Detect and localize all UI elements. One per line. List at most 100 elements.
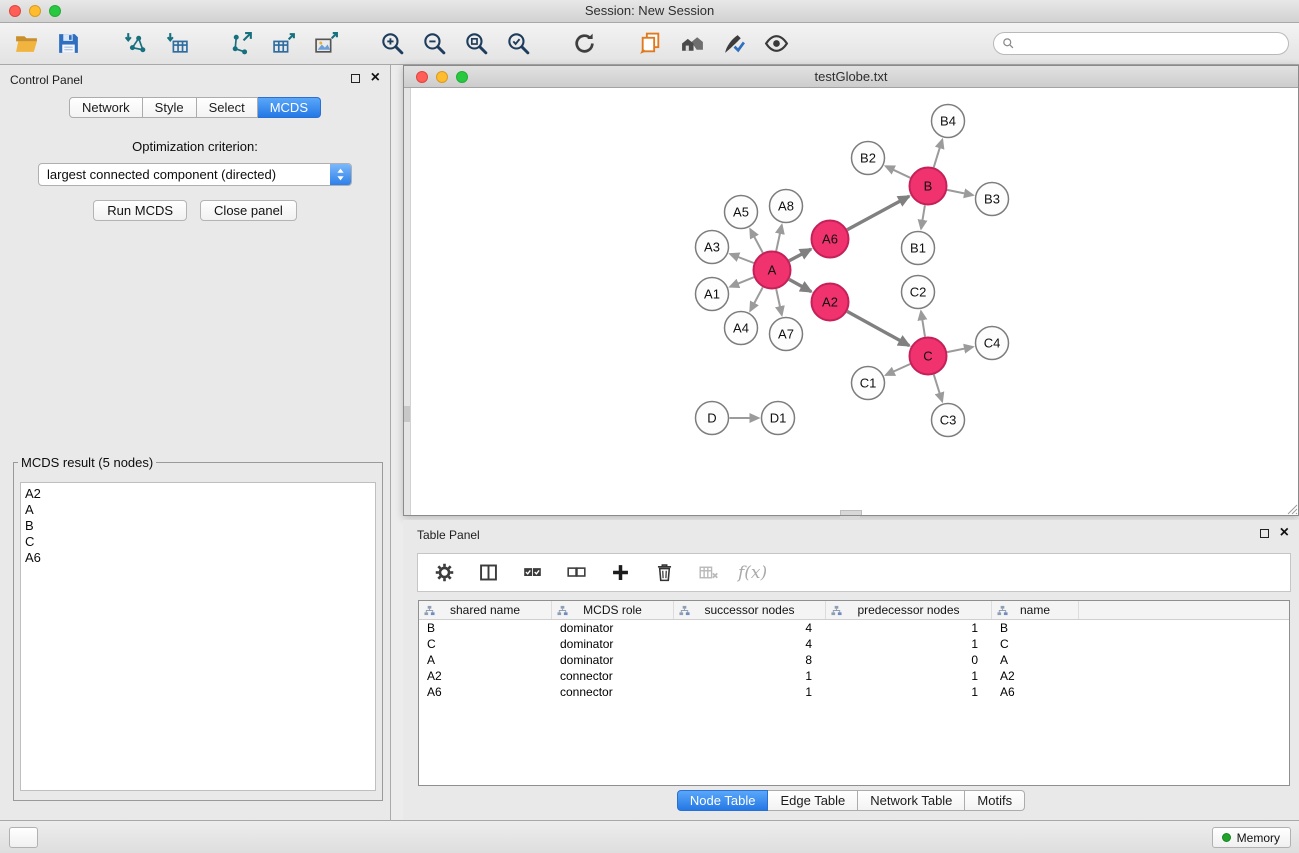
add-row-button[interactable]: [606, 559, 634, 587]
tab-style[interactable]: Style: [143, 97, 197, 118]
graph-node-C2[interactable]: C2: [902, 276, 935, 309]
graph-node-A5[interactable]: A5: [725, 196, 758, 229]
zoom-selected-button[interactable]: [497, 26, 539, 62]
minimize-window-icon[interactable]: [29, 5, 41, 17]
table-settings-button[interactable]: [430, 559, 458, 587]
result-item[interactable]: A6: [25, 550, 375, 566]
table-row[interactable]: Cdominator41C: [419, 636, 1289, 652]
tab-edge-table[interactable]: Edge Table: [768, 790, 858, 811]
column-header-predecessor-nodes[interactable]: predecessor nodes: [826, 601, 992, 619]
network-canvas[interactable]: B4B2BB3A5A8A6B1A3AC2A1A2A4A7C4CC1DD1C3: [404, 88, 1298, 515]
open-session-button[interactable]: [5, 26, 47, 62]
minimize-network-window-icon[interactable]: [436, 71, 448, 83]
graph-edge-A-A7[interactable]: [776, 289, 782, 315]
graph-node-C[interactable]: C: [910, 338, 947, 375]
graph-edge-C-C4[interactable]: [947, 347, 973, 352]
graph-edge-C-C3[interactable]: [934, 375, 942, 402]
mcds-result-list[interactable]: A2ABCA6: [20, 482, 376, 791]
table-row[interactable]: A6connector11A6: [419, 684, 1289, 700]
graph-node-B3[interactable]: B3: [976, 183, 1009, 216]
graph-node-B[interactable]: B: [910, 168, 947, 205]
deselect-all-button[interactable]: [562, 559, 590, 587]
show-hide-button[interactable]: [755, 26, 797, 62]
graph-edge-A-A8[interactable]: [776, 225, 782, 251]
column-header-successor-nodes[interactable]: successor nodes: [674, 601, 826, 619]
close-table-panel-icon[interactable]: ×: [1280, 528, 1289, 538]
memory-button[interactable]: Memory: [1212, 827, 1291, 848]
graph-node-B1[interactable]: B1: [902, 232, 935, 265]
graph-edge-B-B4[interactable]: [934, 140, 943, 168]
run-mcds-button[interactable]: Run MCDS: [93, 200, 187, 221]
home-button[interactable]: [671, 26, 713, 62]
tab-motifs[interactable]: Motifs: [965, 790, 1025, 811]
import-table-button[interactable]: [155, 26, 197, 62]
graph-node-B4[interactable]: B4: [932, 105, 965, 138]
result-item[interactable]: A: [25, 502, 375, 518]
graph-edge-B-B3[interactable]: [947, 190, 973, 195]
resize-grip-icon[interactable]: [1285, 502, 1298, 515]
float-panel-icon[interactable]: [351, 74, 360, 83]
copy-style-button[interactable]: [629, 26, 671, 62]
task-history-button[interactable]: [9, 827, 38, 848]
graph-edge-A-A6[interactable]: [789, 249, 811, 261]
graph-edge-C-C2[interactable]: [921, 311, 925, 336]
float-table-panel-icon[interactable]: [1260, 529, 1269, 538]
column-header-MCDS-role[interactable]: MCDS role: [552, 601, 674, 619]
tab-mcds[interactable]: MCDS: [258, 97, 321, 118]
graph-edge-A2-C[interactable]: [847, 311, 909, 345]
graph-edge-C-C1[interactable]: [886, 364, 910, 375]
zoom-in-button[interactable]: [371, 26, 413, 62]
graph-node-A1[interactable]: A1: [696, 278, 729, 311]
column-header-shared-name[interactable]: shared name: [419, 601, 552, 619]
graph-edge-A-A3[interactable]: [730, 254, 754, 263]
graph-edge-B-B2[interactable]: [886, 166, 911, 178]
tab-select[interactable]: Select: [197, 97, 258, 118]
delete-table-button[interactable]: [694, 559, 722, 587]
graph-node-A6[interactable]: A6: [812, 221, 849, 258]
zoom-window-icon[interactable]: [49, 5, 61, 17]
navigator-splitter[interactable]: [404, 88, 411, 515]
graph-edge-A-A4[interactable]: [750, 287, 763, 311]
graph-node-B2[interactable]: B2: [852, 142, 885, 175]
zoom-network-window-icon[interactable]: [456, 71, 468, 83]
result-item[interactable]: C: [25, 534, 375, 550]
zoom-out-button[interactable]: [413, 26, 455, 62]
graph-node-C3[interactable]: C3: [932, 404, 965, 437]
optimization-criterion-dropdown[interactable]: largest connected component (directed): [38, 163, 352, 186]
bottom-splitter-grip[interactable]: [840, 510, 862, 515]
apply-style-button[interactable]: [713, 26, 755, 62]
tab-node-table[interactable]: Node Table: [677, 790, 769, 811]
result-item[interactable]: B: [25, 518, 375, 534]
graph-node-A8[interactable]: A8: [770, 190, 803, 223]
column-header-name[interactable]: name: [992, 601, 1079, 619]
close-panel-icon[interactable]: ×: [371, 73, 380, 83]
graph-node-A3[interactable]: A3: [696, 231, 729, 264]
table-row[interactable]: Adominator80A: [419, 652, 1289, 668]
search-input[interactable]: [993, 32, 1289, 55]
function-builder-button[interactable]: f(x): [738, 563, 767, 583]
graph-edge-A6-B[interactable]: [847, 196, 909, 230]
graph-node-A[interactable]: A: [754, 252, 791, 289]
table-row[interactable]: Bdominator41B: [419, 620, 1289, 636]
tab-network-table[interactable]: Network Table: [858, 790, 965, 811]
network-window-titlebar[interactable]: testGlobe.txt: [404, 66, 1298, 88]
graph-node-A7[interactable]: A7: [770, 318, 803, 351]
graph-node-D1[interactable]: D1: [762, 402, 795, 435]
graph-edge-A-A1[interactable]: [730, 277, 754, 287]
graph-node-C4[interactable]: C4: [976, 327, 1009, 360]
refresh-button[interactable]: [563, 26, 605, 62]
graph-node-C1[interactable]: C1: [852, 367, 885, 400]
show-columns-button[interactable]: [474, 559, 502, 587]
graph-node-D[interactable]: D: [696, 402, 729, 435]
result-item[interactable]: A2: [25, 486, 375, 502]
delete-row-button[interactable]: [650, 559, 678, 587]
select-all-button[interactable]: [518, 559, 546, 587]
graph-edge-B-B1[interactable]: [921, 205, 925, 228]
zoom-fit-button[interactable]: [455, 26, 497, 62]
close-window-icon[interactable]: [9, 5, 21, 17]
splitter-grip[interactable]: [404, 406, 410, 422]
close-panel-button[interactable]: Close panel: [200, 200, 297, 221]
tab-network[interactable]: Network: [69, 97, 143, 118]
export-table-button[interactable]: [263, 26, 305, 62]
graph-node-A4[interactable]: A4: [725, 312, 758, 345]
